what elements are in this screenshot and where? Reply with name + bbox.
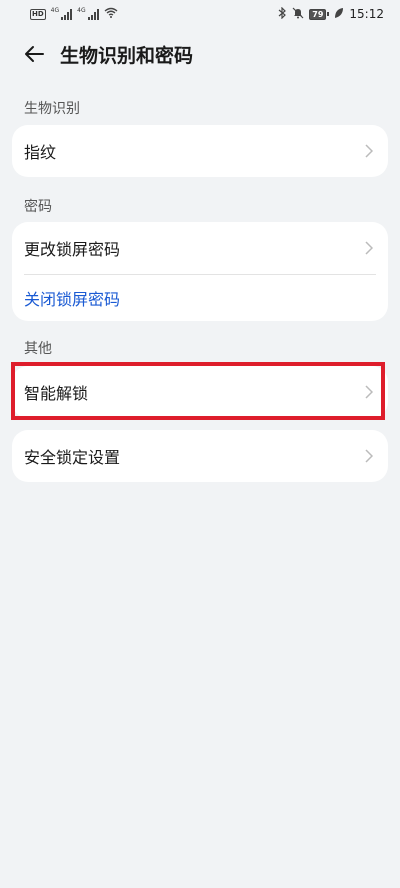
wifi-icon [104, 7, 118, 21]
mute-bell-icon [292, 7, 304, 22]
chevron-right-icon [362, 449, 376, 463]
row-change-lock-password[interactable]: 更改锁屏密码 [12, 222, 388, 274]
chevron-right-icon [362, 144, 376, 158]
page-title: 生物识别和密码 [60, 44, 194, 67]
leaf-icon [334, 7, 344, 22]
section-header-other: 其他 [24, 341, 52, 357]
status-right: 79 15:12 [278, 6, 384, 22]
hd-badge: HD [30, 8, 46, 20]
row-label-link: 关闭锁屏密码 [24, 290, 121, 309]
chevron-right-icon [362, 241, 376, 255]
row-label: 安全锁定设置 [24, 448, 121, 467]
signal-icon [61, 8, 73, 20]
signal-icon-2 [87, 8, 99, 20]
chevron-right-icon [362, 385, 376, 399]
row-security-lock-settings[interactable]: 安全锁定设置 [12, 430, 388, 482]
app-bar: 生物识别和密码 [0, 34, 400, 74]
battery-icon: 79 [309, 8, 330, 20]
security-lock-card: 安全锁定设置 [12, 430, 388, 482]
row-disable-lock-password[interactable]: 关闭锁屏密码 [12, 275, 388, 321]
password-card: 更改锁屏密码 关闭锁屏密码 [12, 222, 388, 321]
section-header-password: 密码 [24, 199, 52, 215]
status-left: HD 4G 4G [30, 7, 118, 21]
smart-unlock-card: 智能解锁 [12, 366, 388, 418]
row-label: 更改锁屏密码 [24, 240, 121, 259]
row-smart-unlock[interactable]: 智能解锁 [12, 366, 388, 418]
bluetooth-icon [278, 6, 287, 22]
sim2-network-label: 4G [77, 7, 86, 14]
back-arrow-icon [25, 46, 44, 62]
back-button[interactable] [14, 34, 54, 74]
battery-level: 79 [309, 8, 327, 20]
status-bar: HD 4G 4G 79 15:12 [0, 0, 400, 28]
row-label: 智能解锁 [24, 384, 89, 403]
status-time: 15:12 [349, 7, 384, 21]
row-label: 指纹 [24, 143, 57, 162]
section-header-biometrics: 生物识别 [24, 101, 80, 117]
biometrics-card: 指纹 [12, 125, 388, 177]
row-fingerprint[interactable]: 指纹 [12, 125, 388, 177]
sim1-network-label: 4G [50, 7, 60, 14]
